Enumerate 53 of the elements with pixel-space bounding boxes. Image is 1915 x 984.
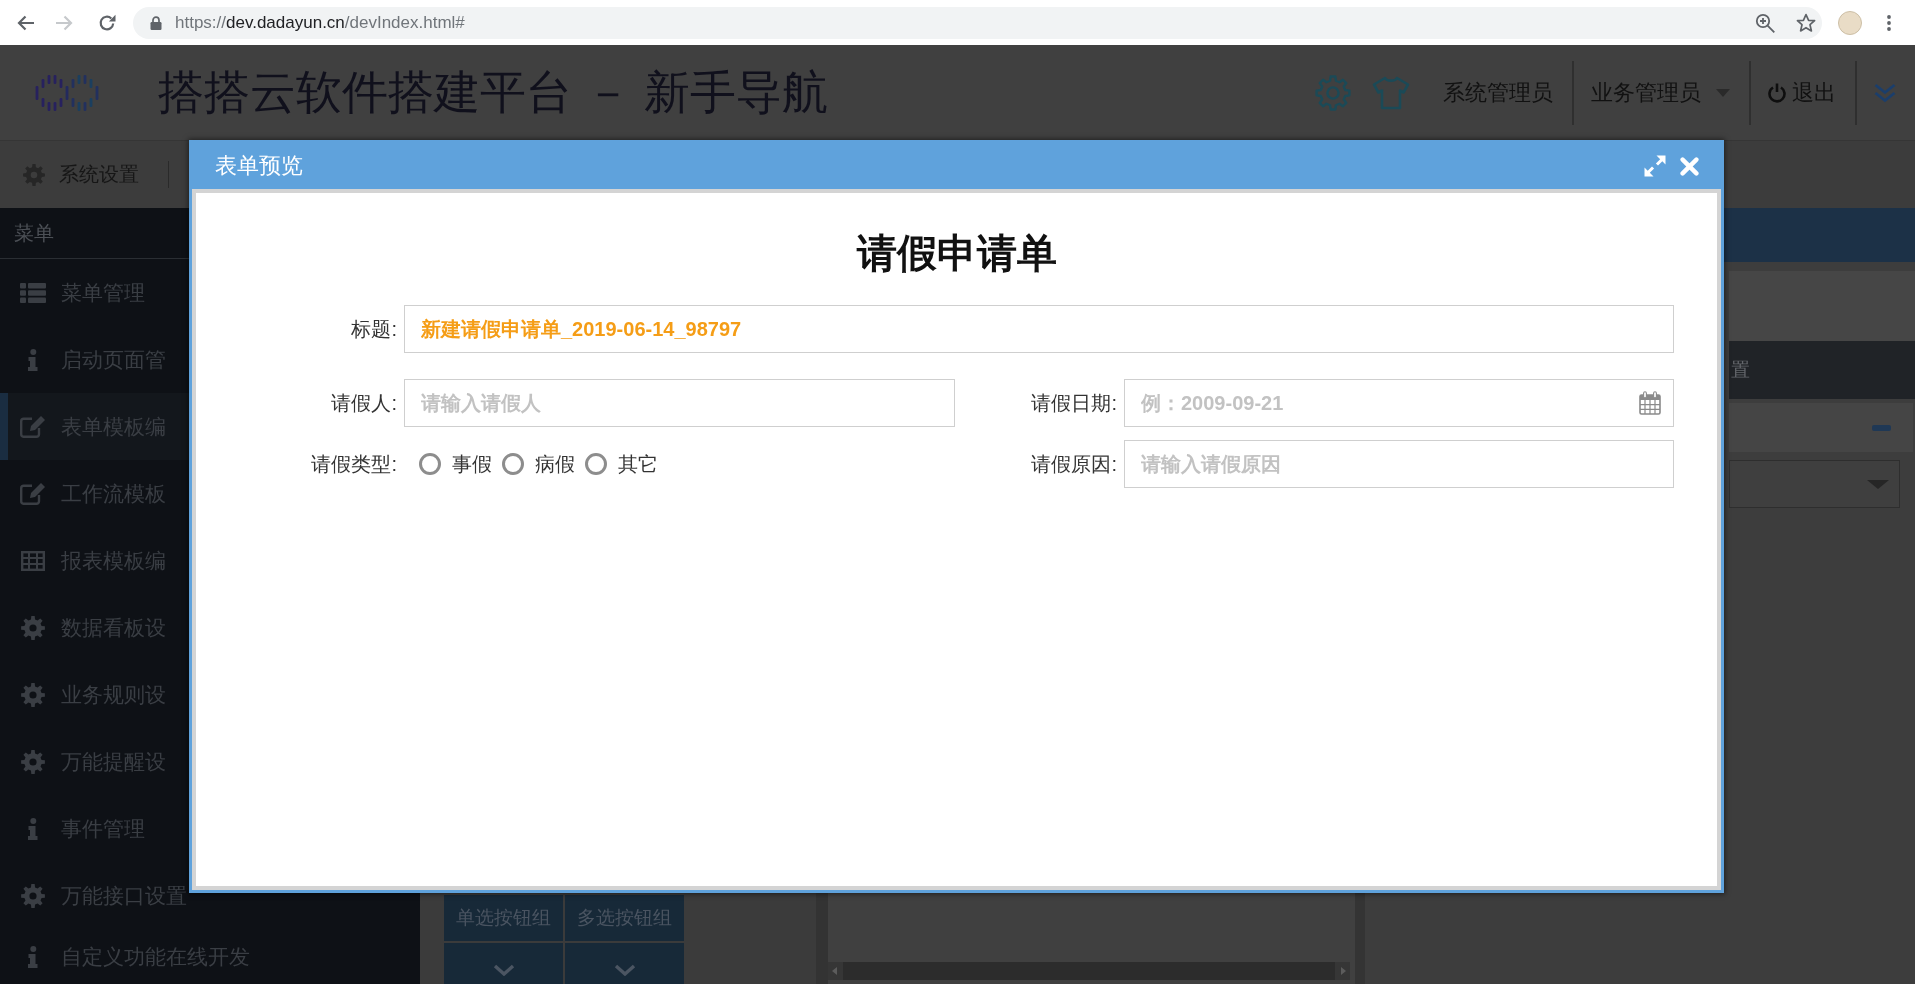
radio-button[interactable] (502, 453, 524, 475)
field-label: 请假日期: (1031, 390, 1117, 416)
radio-button[interactable] (419, 453, 441, 475)
expand-button[interactable] (444, 943, 563, 984)
info-icon (28, 817, 38, 840)
expand-button[interactable] (565, 943, 684, 984)
shirt-icon[interactable] (1371, 74, 1411, 111)
double-chevron-down-icon[interactable] (1874, 82, 1896, 103)
info-icon (28, 348, 38, 371)
radio-label[interactable]: 事假 (452, 450, 492, 478)
left-arrow-icon[interactable] (832, 967, 837, 975)
lock-icon (150, 15, 162, 30)
field-label: 请假人: (331, 390, 397, 416)
avatar-icon[interactable] (1838, 10, 1862, 35)
field-label: 请假原因: (1031, 451, 1117, 477)
modal-title: 表单预览 (215, 152, 303, 180)
settings-icon[interactable] (1315, 74, 1351, 111)
reload-icon[interactable] (98, 13, 116, 32)
right-arrow-icon[interactable] (1341, 967, 1346, 975)
gear-icon (21, 615, 45, 640)
text-field[interactable]: 请输入请假人 (404, 379, 955, 427)
sidebar-title: 菜单 (14, 220, 54, 246)
zoom-in-icon[interactable] (1755, 12, 1775, 33)
star-icon[interactable] (1796, 12, 1816, 33)
more-options-icon[interactable] (1887, 14, 1891, 31)
calendar-icon[interactable] (1639, 391, 1661, 415)
gear-icon (21, 749, 45, 774)
edit-icon (20, 481, 46, 506)
caret-down-icon (1867, 479, 1889, 489)
expand-icon[interactable] (1644, 155, 1666, 177)
text-field[interactable]: 新建请假申请单_2019-06-14_98797 (404, 305, 1674, 353)
table-icon (21, 550, 45, 571)
power-icon (1768, 82, 1786, 103)
minus-icon[interactable] (1872, 424, 1891, 431)
edit-icon (20, 414, 46, 439)
chevron-down-icon (492, 964, 515, 976)
field-label: 标题: (351, 316, 397, 342)
info-icon (28, 945, 38, 968)
radio-button[interactable] (585, 453, 607, 475)
radio-label[interactable]: 病假 (535, 450, 575, 478)
form-title: 请假申请单 (856, 230, 1057, 277)
chevron-down-icon (613, 964, 636, 976)
date-field[interactable]: 例：2009-09-21 (1124, 379, 1674, 427)
section-title: 置 (1731, 358, 1750, 382)
text-field[interactable]: 请输入请假原因 (1124, 440, 1674, 488)
address-bar[interactable]: https://dev.dadayun.cn/devIndex.html# (133, 6, 1822, 39)
radio-label[interactable]: 其它 (618, 450, 658, 478)
gear-icon (21, 883, 45, 908)
list-icon (20, 282, 46, 303)
field-label: 请假类型: (311, 451, 397, 477)
close-icon[interactable] (1680, 156, 1699, 176)
gear-icon (21, 682, 45, 707)
select-field[interactable] (1729, 460, 1900, 508)
